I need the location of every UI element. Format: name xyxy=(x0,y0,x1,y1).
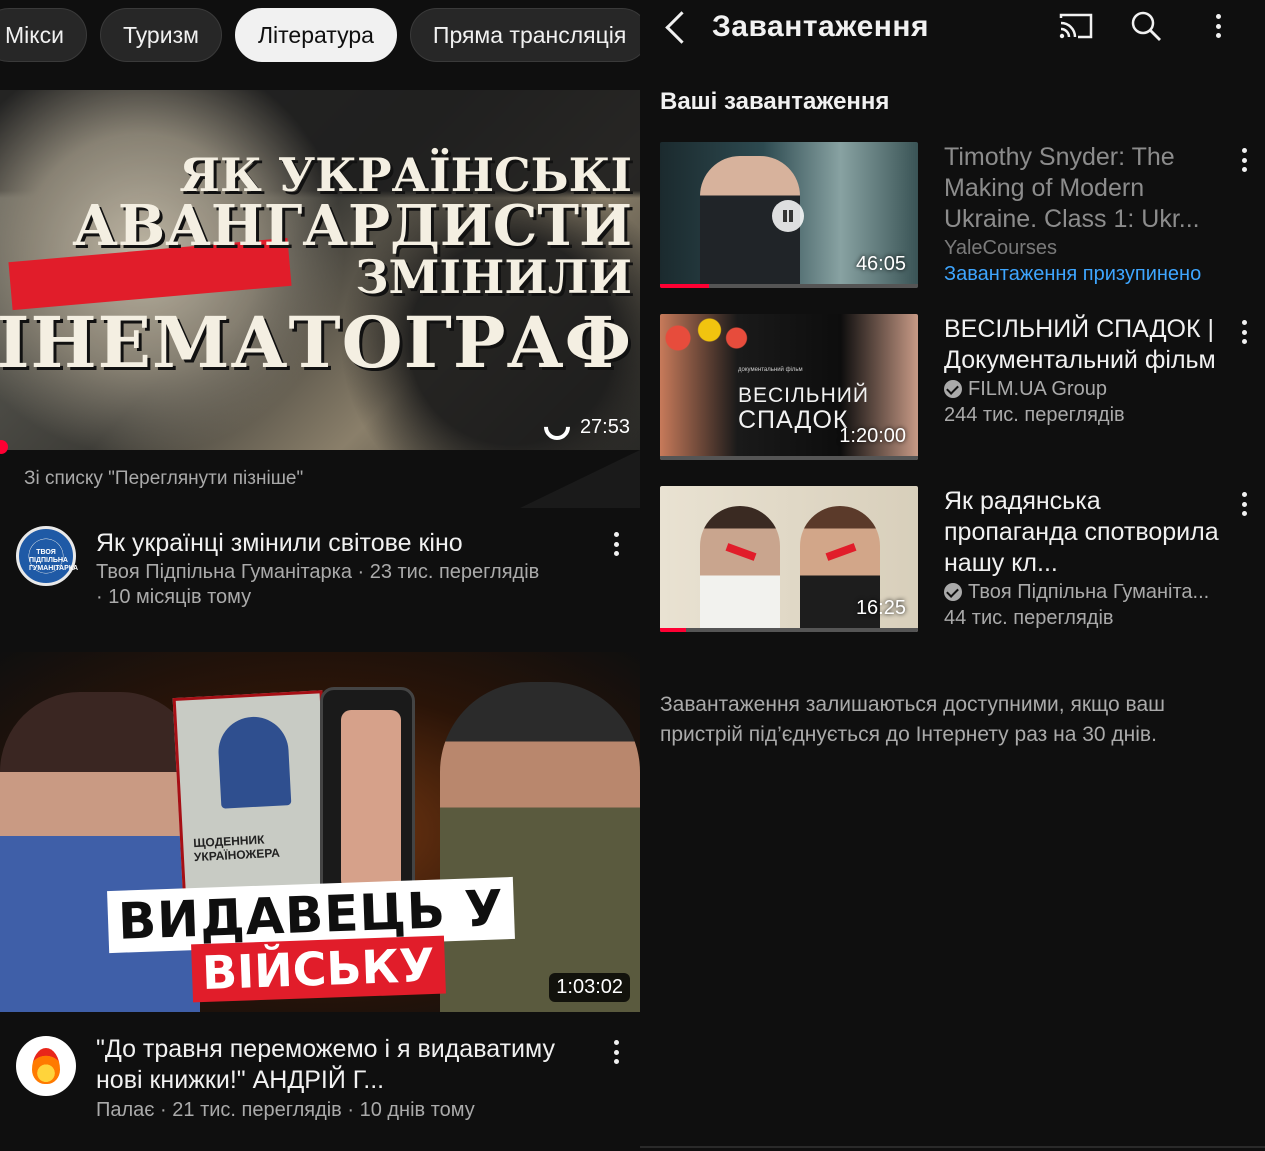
chip-mixes[interactable]: Мікси xyxy=(0,8,87,62)
more-vert-icon[interactable] xyxy=(1234,318,1254,346)
video-subtitle: Палає · 21 тис. переглядів · 10 днів том… xyxy=(96,1099,475,1121)
guest-figure xyxy=(440,682,640,1012)
video-thumbnail[interactable]: ЩОДЕННИК УКРАЇНОЖЕРА ВИДАВЕЦЬ У ВІЙСЬКУ … xyxy=(0,652,640,1012)
more-vert-icon[interactable] xyxy=(606,1038,626,1066)
thumbnail-caption: документальний фільм xyxy=(738,367,803,373)
download-thumbnail[interactable]: документальний фільм ВЕСІЛЬНИЙ СПАДОК 1:… xyxy=(660,314,918,460)
flower-wreath xyxy=(660,314,750,354)
avatar-text: ТВОЯ ПІДПІЛЬНА ГУМАНІТАРКА xyxy=(29,539,78,573)
channel-name: FILM.UA Group xyxy=(968,378,1107,400)
verified-icon xyxy=(944,380,962,398)
headline-line: КІНЕМАТОГРАФ xyxy=(0,301,632,384)
watch-progress-dot xyxy=(0,440,8,454)
host-figure xyxy=(0,692,200,1012)
video-title[interactable]: Як українці змінили світове кіно xyxy=(96,528,590,559)
download-info: Timothy Snyder: The Making of Modern Ukr… xyxy=(944,142,1220,287)
section-title: Ваші завантаження xyxy=(660,88,890,115)
download-item[interactable]: документальний фільм ВЕСІЛЬНИЙ СПАДОК 1:… xyxy=(660,314,1260,462)
video-title[interactable]: "До травня переможемо і я видаватиму нов… xyxy=(96,1034,590,1096)
filter-chips: Мікси Туризм Література Пряма трансляція xyxy=(0,8,640,62)
download-item[interactable]: 16:25 Як радянська пропаганда спотворила… xyxy=(660,486,1260,634)
divider xyxy=(640,1146,1265,1148)
headline-line: ЯК УКРАЇНСЬКІ xyxy=(179,148,632,202)
duration-text: 16:25 xyxy=(855,597,906,619)
book-title: ЩОДЕННИК УКРАЇНОЖЕРА xyxy=(192,832,281,865)
loading-icon xyxy=(538,408,576,446)
download-title[interactable]: ВЕСІЛЬНИЙ СПАДОК | Документальний фільм xyxy=(944,314,1220,376)
downloads-panel: Завантаження Ваші завантаження 46:05 Tim… xyxy=(640,0,1265,1151)
download-thumbnail[interactable]: 16:25 xyxy=(660,486,918,632)
chip-literature[interactable]: Література xyxy=(234,8,397,62)
more-vert-icon[interactable] xyxy=(1234,146,1254,174)
duration-text: 46:05 xyxy=(855,253,906,275)
pause-icon[interactable] xyxy=(772,200,804,232)
more-vert-icon[interactable] xyxy=(1208,12,1228,40)
duration-badge: 1:03:02 xyxy=(549,973,630,1002)
thumbnail-headline: ЯК УКРАЇНСЬКІ АВАНГАРДИСТИ ЗМІНИЛИ КІНЕМ… xyxy=(0,152,632,378)
download-channel: Твоя Підпільна Гуманіта... xyxy=(944,579,1220,605)
flame-icon xyxy=(32,1048,60,1084)
download-title[interactable]: Як радянська пропаганда спотворила нашу … xyxy=(944,486,1220,579)
download-channel: FILM.UA Group xyxy=(944,376,1220,402)
download-info: Як радянська пропаганда спотворила нашу … xyxy=(944,486,1220,631)
watch-progress-bar xyxy=(660,628,918,632)
download-views: 244 тис. переглядів xyxy=(944,404,1125,426)
page-title: Завантаження xyxy=(712,10,930,43)
video-thumbnail[interactable]: ЯК УКРАЇНСЬКІ АВАНГАРДИСТИ ЗМІНИЛИ КІНЕМ… xyxy=(0,90,640,450)
download-status[interactable]: Завантаження призупинено xyxy=(944,261,1220,287)
from-playlist-label[interactable]: Зі списку "Переглянути пізніше" xyxy=(24,468,303,490)
duration-text: 27:53 xyxy=(579,415,630,438)
download-views: 44 тис. переглядів xyxy=(944,607,1114,629)
book-cover: ЩОДЕННИК УКРАЇНОЖЕРА xyxy=(172,690,334,908)
decorative-triangle xyxy=(520,450,640,508)
more-vert-icon[interactable] xyxy=(606,530,626,558)
duration-text: 1:20:00 xyxy=(839,425,906,447)
top-app-bar: Завантаження xyxy=(640,0,1265,58)
cast-icon[interactable] xyxy=(1058,12,1094,40)
download-title[interactable]: Timothy Snyder: The Making of Modern Ukr… xyxy=(944,142,1220,235)
duration-badge: 27:53 xyxy=(538,408,630,446)
headline-line: АВАНГАРДИСТИ xyxy=(72,193,632,259)
search-icon[interactable] xyxy=(1130,10,1162,42)
channel-avatar[interactable]: ТВОЯ ПІДПІЛЬНА ГУМАНІТАРКА xyxy=(16,526,78,586)
chip-tourism[interactable]: Туризм xyxy=(99,8,222,62)
download-info: ВЕСІЛЬНИЙ СПАДОК | Документальний фільм … xyxy=(944,314,1220,428)
portrait-figure xyxy=(700,506,780,632)
upload-age: · 10 місяців тому xyxy=(96,586,252,608)
channel-name: Твоя Підпільна Гуманіта... xyxy=(968,581,1210,603)
chip-live[interactable]: Пряма трансляція xyxy=(409,8,640,62)
channel-views: Твоя Підпільна Гуманітарка · 23 тис. пер… xyxy=(96,561,540,583)
video-meta[interactable]: ТВОЯ ПІДПІЛЬНА ГУМАНІТАРКА Як українці з… xyxy=(0,520,640,630)
download-channel: YaleCourses xyxy=(944,237,1058,259)
channel-avatar[interactable] xyxy=(16,1036,76,1096)
book-illustration xyxy=(216,715,292,809)
phone-image xyxy=(320,687,415,907)
download-thumbnail[interactable]: 46:05 xyxy=(660,142,918,288)
watch-progress-bar xyxy=(660,456,918,460)
back-arrow-icon[interactable] xyxy=(664,10,686,44)
thumbnail-line: ВЕСІЛЬНИЙ xyxy=(738,384,869,407)
thumbnail-text: документальний фільм ВЕСІЛЬНИЙ СПАДОК xyxy=(738,358,869,433)
watch-progress-bar xyxy=(660,284,918,288)
video-meta[interactable]: "До травня переможемо і я видаватиму нов… xyxy=(0,1030,640,1140)
downloads-note: Завантаження залишаються доступними, якщ… xyxy=(660,693,1166,746)
download-item[interactable]: 46:05 Timothy Snyder: The Making of Mode… xyxy=(660,142,1260,290)
headline-line: ЗМІНИЛИ xyxy=(355,250,632,304)
verified-icon xyxy=(944,583,962,601)
home-feed-panel: Мікси Туризм Література Пряма трансляція… xyxy=(0,0,640,1151)
more-vert-icon[interactable] xyxy=(1234,490,1254,518)
video-subtitle: Твоя Підпільна Гуманітарка · 23 тис. пер… xyxy=(96,560,600,610)
thumbnail-banner-bottom: ВІЙСЬКУ xyxy=(191,935,446,1003)
